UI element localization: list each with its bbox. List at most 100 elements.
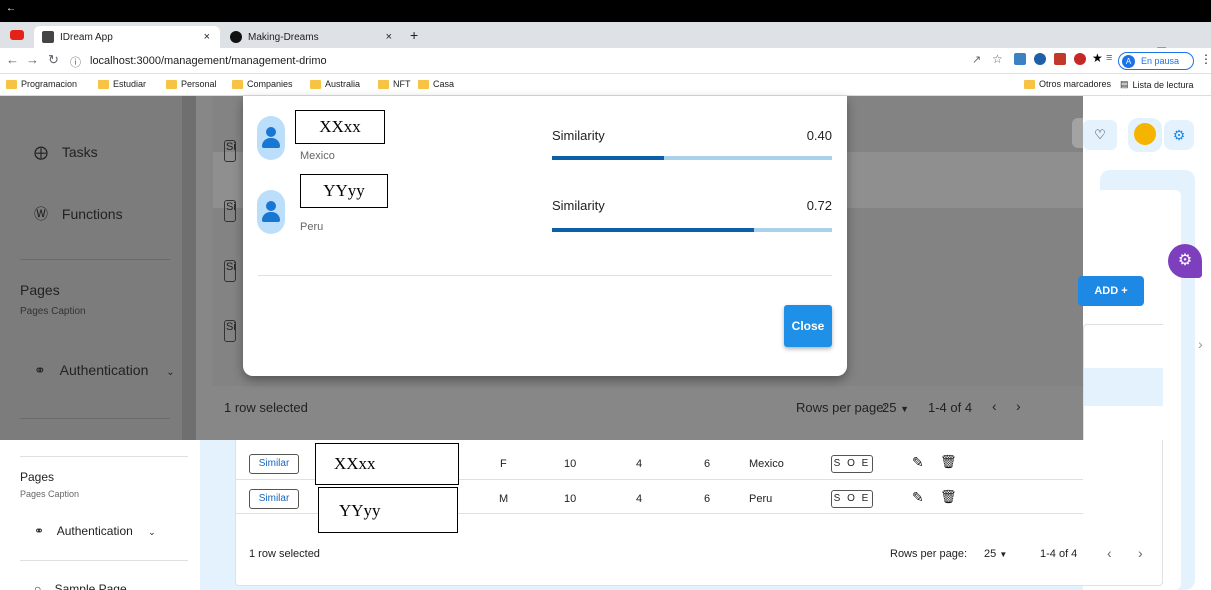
url-input[interactable]: localhost:3000/management/management-dri… — [86, 52, 966, 70]
reading-list-button[interactable]: ▤ Lista de lectura — [1120, 79, 1194, 90]
user-country: Peru — [300, 221, 324, 233]
bookmark-australia[interactable]: Australia — [310, 79, 360, 89]
pagination-range: 1-4 of 4 — [1040, 548, 1078, 560]
other-bookmarks[interactable]: Otros marcadores — [1024, 79, 1111, 89]
sidebar-item-functions[interactable]: Ⓦ Functions — [34, 204, 123, 224]
row-value: 6 — [704, 493, 711, 505]
puzzle-extensions-icon[interactable]: ★ — [1092, 51, 1103, 65]
sidebar-item-authentication[interactable]: ⚭ Authentication ⌄ — [34, 362, 175, 379]
extension-icon[interactable] — [1014, 53, 1026, 65]
scroll-right-chevron-icon[interactable]: › — [1198, 336, 1203, 352]
opera-icon[interactable] — [1074, 53, 1086, 65]
similar-button[interactable]: Similar — [249, 454, 299, 474]
prev-page-icon[interactable]: ‹ — [1107, 545, 1112, 561]
back-arrow-icon[interactable]: ← — [6, 3, 16, 14]
share-icon[interactable]: ↗ — [972, 53, 981, 66]
notification-button[interactable] — [1072, 118, 1083, 148]
dropdown-arrow-icon: ▼ — [900, 404, 910, 414]
add-button[interactable]: ADD + — [1078, 276, 1144, 306]
bookmark-estudiar[interactable]: Estudiar — [98, 79, 146, 89]
tab-close-icon[interactable]: × — [204, 31, 210, 43]
similar-button[interactable]: Similar — [249, 489, 299, 509]
youtube-icon[interactable] — [10, 30, 24, 40]
dialog-divider — [258, 275, 832, 276]
sidebar-item-sample-page[interactable]: ○ Sample Page — [34, 582, 127, 590]
section-title: Pages — [20, 282, 60, 298]
folder-icon — [418, 79, 429, 89]
similar-button[interactable]: Si — [224, 200, 236, 222]
user-avatar-icon — [257, 190, 285, 234]
more-menu-icon[interactable]: ⋮ — [1200, 52, 1211, 66]
divider — [20, 418, 170, 419]
forward-icon[interactable]: → — [26, 52, 39, 67]
sidebar-item-authentication[interactable]: ⚭ Authentication ⌄ — [34, 524, 156, 538]
selection-count: 1 row selected — [249, 548, 320, 560]
user-country: Mexico — [300, 150, 335, 162]
close-button[interactable]: Close — [784, 305, 832, 347]
section-caption: Pages Caption — [20, 489, 80, 499]
avatar-button[interactable] — [1128, 118, 1162, 152]
tab-close-icon[interactable]: × — [386, 31, 392, 43]
tab-making-dreams[interactable]: Making-Dreams × — [222, 26, 402, 48]
row-value: 10 — [564, 493, 577, 505]
folder-icon — [232, 79, 243, 89]
bookmark-casa[interactable]: Casa — [418, 79, 454, 89]
similarity-label: Similarity — [552, 198, 605, 213]
similar-button[interactable]: Si — [224, 320, 236, 342]
sidebar-scrollbar[interactable] — [200, 440, 214, 590]
settings-gear-icon[interactable]: ⚙ — [1164, 120, 1194, 150]
delete-trash-icon[interactable]: 🗑 — [940, 489, 957, 505]
site-info-icon[interactable]: ⓘ — [70, 54, 81, 70]
list-icon: ▤ — [1120, 79, 1129, 89]
key-icon: ⚭ — [34, 524, 45, 538]
back-icon[interactable]: ← — [6, 52, 19, 67]
chevron-down-icon: ⌄ — [148, 527, 156, 537]
extension-icon[interactable] — [1054, 53, 1066, 65]
extension-icon[interactable] — [1034, 53, 1046, 65]
bookmark-star-icon[interactable]: ☆ — [992, 52, 1003, 66]
bell-icon[interactable]: ♡ — [1083, 120, 1117, 150]
tab-idream-app[interactable]: IDream App × — [34, 26, 220, 48]
rows-per-page-select[interactable]: 25 ▼ — [882, 400, 909, 415]
browser-tab-strip: IDream App × Making-Dreams × + ⌄ – ❐ ✕ — [0, 22, 1211, 60]
sidebar-lower — [0, 440, 200, 590]
customizer-fab-gear-icon[interactable]: ⚙ — [1168, 244, 1202, 278]
similar-button[interactable]: Si — [224, 140, 236, 162]
user-avatar-icon — [257, 116, 285, 160]
user-name: XXxx — [295, 110, 385, 144]
sidebar-item-tasks[interactable]: ⨁ Tasks — [34, 144, 98, 161]
rows-per-page-select[interactable]: 25 ▼ — [984, 548, 1007, 560]
tab-title: Making-Dreams — [248, 31, 319, 43]
selection-count: 1 row selected — [224, 400, 308, 415]
new-tab-button[interactable]: + — [410, 27, 418, 43]
selected-row-edge — [1084, 368, 1163, 406]
section-title: Pages — [20, 470, 55, 484]
bookmark-personal[interactable]: Personal — [166, 79, 217, 89]
delete-trash-icon[interactable]: 🗑 — [940, 454, 957, 470]
next-page-icon[interactable]: › — [1016, 398, 1021, 414]
bookmark-programacion[interactable]: Programacion — [6, 79, 77, 89]
key-icon: ⚭ — [34, 362, 46, 378]
next-page-icon[interactable]: › — [1138, 545, 1143, 561]
bookmarks-bar: Programacion Estudiar Personal Companies… — [0, 74, 1211, 96]
bookmark-companies[interactable]: Companies — [232, 79, 293, 89]
profile-status: En pausa — [1141, 56, 1180, 66]
sidebar-scrollbar[interactable] — [182, 96, 196, 440]
chevron-down-icon: ⌄ — [166, 367, 175, 378]
similarity-progress-bar — [552, 228, 832, 232]
edit-pencil-icon[interactable]: ✎ — [912, 489, 924, 506]
similarity-label: Similarity — [552, 128, 605, 143]
pagination-range: 1-4 of 4 — [928, 400, 973, 415]
profile-button[interactable]: A En pausa — [1118, 52, 1194, 70]
similar-button[interactable]: Si — [224, 260, 236, 282]
section-caption: Pages Caption — [20, 306, 86, 317]
row-value: 10 — [564, 458, 577, 470]
edit-pencil-icon[interactable]: ✎ — [912, 454, 924, 471]
os-title-bar: ← — [0, 0, 1211, 22]
reading-list-icon[interactable]: ≡ — [1106, 52, 1112, 64]
row-gender: F — [500, 458, 507, 470]
prev-page-icon[interactable]: ‹ — [992, 398, 997, 414]
user-name: YYyy — [300, 174, 388, 208]
reload-icon[interactable]: ↻ — [48, 52, 59, 68]
bookmark-nft[interactable]: NFT — [378, 79, 411, 89]
